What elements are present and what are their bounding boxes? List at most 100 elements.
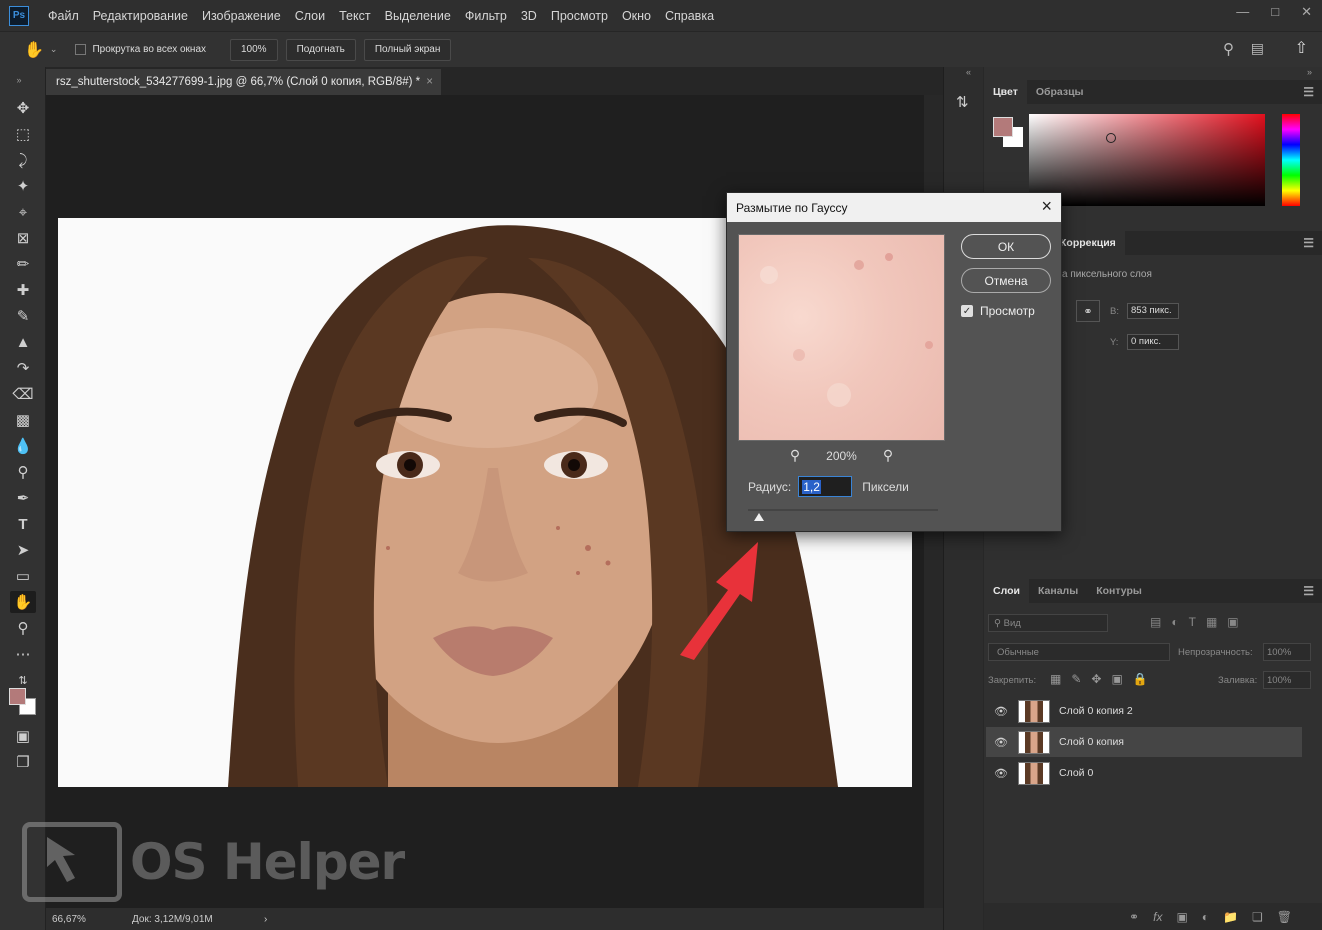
tab-channels[interactable]: Каналы [1029, 579, 1087, 603]
menu-3d[interactable]: 3D [514, 9, 544, 23]
move-tool-icon[interactable]: ✥ [10, 97, 36, 119]
status-zoom[interactable]: 66,67% [52, 914, 132, 925]
share-icon[interactable]: ⇧ [1295, 38, 1308, 58]
tab-layers[interactable]: Слои [984, 579, 1029, 603]
menu-layers[interactable]: Слои [288, 9, 332, 23]
crop-tool-icon[interactable]: ⌖ [10, 201, 36, 223]
frame-tool-icon[interactable]: ⊠ [10, 227, 36, 249]
menu-edit[interactable]: Редактирование [86, 9, 195, 23]
menu-view[interactable]: Просмотр [544, 9, 615, 23]
chevron-down-icon[interactable]: ⌄ [50, 44, 58, 55]
hand-tool-icon[interactable]: ✋ [24, 40, 44, 60]
path-selection-tool-icon[interactable]: ➤ [10, 539, 36, 561]
add-mask-icon[interactable]: ▣ [1176, 910, 1187, 924]
cancel-button[interactable]: Отмена [961, 268, 1051, 293]
eyedropper-tool-icon[interactable]: ✏ [10, 253, 36, 275]
hand-tool-icon[interactable]: ✋ [10, 591, 36, 613]
lock-transparent-icon[interactable]: ▦ [1050, 672, 1061, 686]
close-icon[interactable]: × [1041, 196, 1052, 217]
color-fg-swatch[interactable] [993, 117, 1013, 137]
status-menu-arrow[interactable]: › [264, 914, 267, 925]
menu-help[interactable]: Справка [658, 9, 721, 23]
layer-name[interactable]: Слой 0 [1059, 767, 1093, 779]
fx-icon[interactable]: fx [1153, 910, 1162, 924]
blend-mode-select[interactable]: Обычные [988, 643, 1170, 661]
document-tab[interactable]: rsz_shutterstock_534277699-1.jpg @ 66,7%… [46, 69, 441, 95]
opacity-field[interactable]: 100% [1263, 643, 1311, 661]
dodge-tool-icon[interactable]: ⚲ [10, 461, 36, 483]
visibility-eye-icon[interactable]: 👁 [994, 736, 1010, 749]
healing-brush-tool-icon[interactable]: ✚ [10, 279, 36, 301]
marquee-tool-icon[interactable]: ⬚ [10, 123, 36, 145]
new-layer-icon[interactable]: ❏ [1252, 910, 1263, 924]
lasso-tool-icon[interactable]: ⤸ [10, 149, 36, 171]
scroll-all-windows-checkbox[interactable] [75, 44, 87, 55]
lock-artboard-icon[interactable]: ▣ [1111, 672, 1122, 686]
delete-layer-icon[interactable]: 🗑 [1277, 910, 1292, 924]
smart-object-filter-icon[interactable]: ▣ [1227, 615, 1238, 629]
panel-menu-icon[interactable]: ☰ [1303, 236, 1314, 250]
fit-screen-button[interactable]: Подогнать [285, 38, 356, 61]
more-tools-icon[interactable]: ⋯ [10, 643, 36, 665]
color-picker-field[interactable] [1029, 114, 1265, 206]
quick-mask-icon[interactable]: ▣ [10, 725, 36, 747]
zoom-tool-icon[interactable]: ⚲ [10, 617, 36, 639]
eraser-tool-icon[interactable]: ⌫ [10, 383, 36, 405]
maximize-icon[interactable]: □ [1271, 4, 1279, 20]
history-panel-icon[interactable]: ⇅ [956, 93, 969, 111]
panel-menu-icon[interactable]: ☰ [1303, 85, 1314, 99]
panel-menu-icon[interactable]: ☰ [1303, 584, 1314, 598]
lock-all-icon[interactable]: 🔒 [1133, 672, 1148, 686]
menu-image[interactable]: Изображение [195, 9, 288, 23]
screen-mode-icon[interactable]: ❐ [10, 751, 36, 773]
menu-text[interactable]: Текст [332, 9, 377, 23]
zoom-in-icon[interactable]: ⚲ [883, 447, 893, 464]
hue-slider[interactable] [1282, 114, 1300, 206]
check-icon[interactable]: ✓ [961, 305, 973, 317]
layer-row[interactable]: 👁 Слой 0 копия [986, 727, 1302, 757]
workspace-icon[interactable]: ▤ [1251, 40, 1264, 57]
tab-color[interactable]: Цвет [984, 80, 1027, 104]
link-dimensions-icon[interactable]: ⚭ [1076, 300, 1100, 322]
stamp-tool-icon[interactable]: ▲ [10, 331, 36, 353]
foreground-color-swatch[interactable] [9, 688, 26, 705]
layer-row[interactable]: 👁 Слой 0 копия 2 [986, 696, 1302, 726]
image-filter-icon[interactable]: ▤ [1150, 615, 1161, 629]
ok-button[interactable]: ОК [961, 234, 1051, 259]
search-icon[interactable]: ⚲ [1223, 40, 1234, 58]
preview-checkbox[interactable]: ✓ Просмотр [961, 304, 1035, 318]
link-layers-icon[interactable]: ⚭ [1129, 910, 1139, 924]
close-icon[interactable]: ✕ [1301, 4, 1312, 20]
tab-paths[interactable]: Контуры [1087, 579, 1151, 603]
menu-select[interactable]: Выделение [378, 9, 458, 23]
adjustment-layer-icon[interactable]: ◐ [1202, 910, 1209, 924]
type-tool-icon[interactable]: T [10, 513, 36, 535]
zoom-100-button[interactable]: 100% [230, 38, 278, 61]
lock-image-icon[interactable]: ✎ [1071, 672, 1081, 686]
w-value-field[interactable]: 853 пикс. [1127, 303, 1179, 319]
pen-tool-icon[interactable]: ✒ [10, 487, 36, 509]
history-brush-tool-icon[interactable]: ↷ [10, 357, 36, 379]
tab-swatches[interactable]: Образцы [1027, 80, 1093, 104]
gradient-tool-icon[interactable]: ▩ [10, 409, 36, 431]
brush-tool-icon[interactable]: ✎ [10, 305, 36, 327]
layer-filter-field[interactable]: ⚲ Вид [988, 614, 1108, 632]
radius-input[interactable]: 1,2 [798, 476, 853, 497]
expand-toolbar-icon[interactable]: » [6, 69, 32, 91]
blur-tool-icon[interactable]: 💧 [10, 435, 36, 457]
y-value-field[interactable]: 0 пикс. [1127, 334, 1179, 350]
close-tab-icon[interactable]: × [426, 76, 433, 88]
type-filter-icon[interactable]: T [1189, 615, 1196, 629]
layer-name[interactable]: Слой 0 копия 2 [1059, 705, 1133, 717]
full-screen-button[interactable]: Полный экран [363, 38, 452, 61]
fill-field[interactable]: 100% [1263, 671, 1311, 689]
adjustment-filter-icon[interactable]: ◐ [1171, 615, 1178, 629]
visibility-eye-icon[interactable]: 👁 [994, 767, 1010, 780]
lock-position-icon[interactable]: ✥ [1091, 672, 1101, 686]
layer-row[interactable]: 👁 Слой 0 [986, 758, 1302, 788]
layer-name[interactable]: Слой 0 копия [1059, 736, 1124, 748]
menu-file[interactable]: Файл [41, 9, 86, 23]
menu-window[interactable]: Окно [615, 9, 658, 23]
visibility-eye-icon[interactable]: 👁 [994, 705, 1010, 718]
shape-filter-icon[interactable]: ▦ [1206, 615, 1217, 629]
